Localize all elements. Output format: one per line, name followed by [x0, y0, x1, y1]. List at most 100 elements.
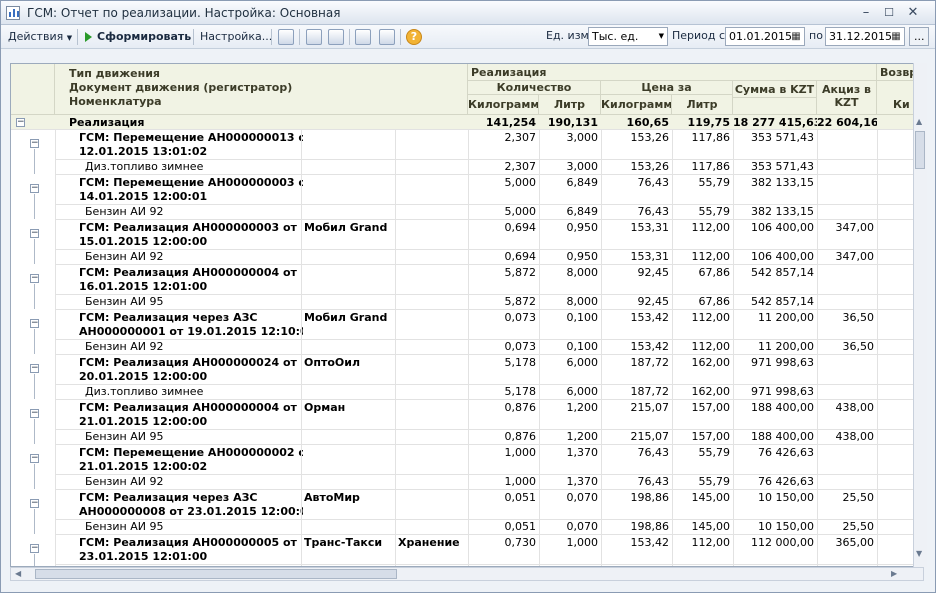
cell-pkg: 76,43: [637, 475, 670, 488]
cell-l: 0,070: [566, 491, 599, 504]
cell-sum: 18 277 415,63: [733, 116, 817, 129]
column-divider: [395, 130, 396, 566]
doc-line-2: 21.01.2015 12:00:00: [79, 415, 208, 428]
tree-line: [34, 419, 35, 444]
cell-l: 1,370: [566, 446, 599, 459]
cell-exc: 438,00: [835, 430, 875, 443]
scroll-right-icon[interactable]: ▶: [891, 568, 897, 580]
header-price-l: Литр: [672, 95, 733, 115]
doc-line-2: 16.01.2015 12:01:00: [79, 280, 208, 293]
cell-sum: 188 400,00: [751, 401, 814, 414]
collapse-toggle[interactable]: −: [30, 229, 39, 238]
separator: [77, 29, 78, 45]
cell-kg: 2,307: [504, 160, 537, 173]
actions-menu[interactable]: Действия ▼: [8, 28, 72, 46]
tree-line: [34, 464, 35, 489]
counterparty: [304, 266, 394, 280]
generate-button[interactable]: Сформировать: [97, 28, 191, 46]
cell-pl: 145,00: [691, 491, 731, 504]
row-divider: [55, 489, 923, 490]
vertical-scrollbar[interactable]: ▲ ▼: [913, 63, 927, 567]
cell-pl: 112,00: [691, 340, 731, 353]
cell-exc: [817, 385, 877, 398]
calendar-icon[interactable]: ▦: [888, 28, 904, 45]
cell-exc: 25,50: [842, 491, 875, 504]
period-label: Период с:: [672, 29, 729, 42]
cell-l: 0,100: [566, 311, 599, 324]
actions-label: Действия: [8, 30, 64, 43]
header-doc: Документ движения (регистратор): [69, 81, 293, 94]
header-sum: Сумма в KZT: [733, 81, 817, 98]
cell-sum: 11 200,00: [758, 311, 814, 324]
scroll-down-icon[interactable]: ▼: [916, 549, 922, 558]
cell-sum: 106 400,00: [751, 221, 814, 234]
header-price-kg: Килограмм: [601, 95, 672, 115]
collapse-toggle[interactable]: −: [30, 319, 39, 328]
horizontal-scrollbar[interactable]: ◀ ▶: [10, 567, 924, 581]
table-icon[interactable]: [328, 29, 344, 45]
scroll-up-icon[interactable]: ▲: [916, 117, 922, 126]
row-divider: [55, 444, 923, 445]
doc-line-1: ГСМ: Реализация через АЗС: [79, 311, 258, 324]
cell-pkg: 76,43: [637, 446, 670, 459]
maximize-button[interactable]: ☐: [880, 4, 898, 21]
scroll-thumb-horizontal[interactable]: [35, 569, 397, 579]
scroll-left-icon[interactable]: ◀: [15, 568, 21, 580]
header-nomenclature: Номенклатура: [69, 95, 162, 108]
unit-select[interactable]: Тыс. ед. ▼: [588, 27, 668, 46]
collapse-toggle[interactable]: −: [16, 118, 25, 127]
collapse-toggle[interactable]: −: [30, 544, 39, 553]
header-realization: Реализация: [468, 64, 877, 81]
cell-sum: 76 426,63: [758, 446, 814, 459]
collapse-toggle[interactable]: −: [30, 454, 39, 463]
cell-l: 1,200: [566, 401, 599, 414]
warehouse: [398, 131, 466, 145]
cell-l: 8,000: [566, 295, 599, 308]
report-icon: [6, 6, 20, 20]
doc-line-1: ГСМ: Реализация АН000000024 от: [79, 356, 297, 369]
collapse-toggle[interactable]: −: [30, 274, 39, 283]
doc-line-1: ГСМ: Перемещение АН000000002 от: [79, 446, 303, 459]
cell-l: 1,200: [566, 430, 599, 443]
cell-exc: 22 604,16: [817, 116, 877, 129]
load-settings-icon[interactable]: [355, 29, 371, 45]
collapse-toggle[interactable]: −: [30, 364, 39, 373]
collapse-toggle[interactable]: −: [30, 184, 39, 193]
save-settings-icon[interactable]: [379, 29, 395, 45]
settings-button[interactable]: Настройка...: [200, 28, 272, 46]
collapse-toggle[interactable]: −: [30, 499, 39, 508]
cell-sum: 542 857,14: [751, 295, 814, 308]
separator: [349, 29, 350, 45]
counterparty: Мобил Grand: [304, 221, 388, 234]
cell-pkg: 215,07: [630, 430, 670, 443]
minimize-button[interactable]: –: [857, 4, 875, 21]
scroll-thumb[interactable]: [915, 131, 925, 169]
cell-pkg: 153,42: [630, 536, 670, 549]
row-divider: [55, 264, 923, 265]
tree-line: [34, 284, 35, 309]
cell-pl: 145,00: [691, 520, 731, 533]
doc-line-1: ГСМ: Реализация через АЗС: [79, 491, 258, 504]
cell-kg: 5,872: [504, 295, 537, 308]
column-divider: [733, 130, 734, 566]
title-bar: ГСМ: Отчет по реализации. Настройка: Осн…: [1, 1, 935, 25]
tree-line: [34, 509, 35, 534]
period-select-button[interactable]: ...: [909, 27, 929, 46]
collapse-toggle[interactable]: −: [30, 139, 39, 148]
doc-line-2: АН000000008 от 23.01.2015 12:00:00: [79, 505, 303, 518]
row-divider: [55, 174, 923, 175]
doc-line-1: ГСМ: Перемещение АН000000013 от: [79, 131, 303, 144]
close-button[interactable]: ✕: [904, 4, 922, 21]
cell-l: 6,000: [566, 385, 599, 398]
cell-l: 8,000: [566, 266, 599, 279]
collapse-toggle[interactable]: −: [30, 409, 39, 418]
cell-pl: 162,00: [691, 356, 731, 369]
report-view-icon[interactable]: [278, 29, 294, 45]
cell-exc: 438,00: [835, 401, 875, 414]
cell-kg: 5,872: [504, 266, 537, 279]
tree-structure-icon[interactable]: [306, 29, 322, 45]
row-divider: [55, 309, 923, 310]
calendar-icon[interactable]: ▦: [788, 28, 804, 45]
help-icon[interactable]: ?: [406, 29, 422, 45]
cell-pl: 119,75: [687, 116, 730, 129]
